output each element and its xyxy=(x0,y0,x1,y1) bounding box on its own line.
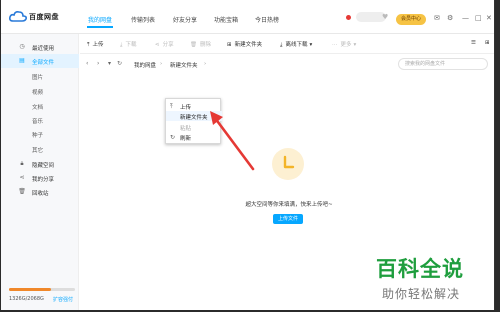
clock-icon: ◷ xyxy=(19,43,25,50)
sidebar-item-label: 我的分享 xyxy=(32,177,55,183)
new-folder-button[interactable]: ⊞ 新建文件夹 xyxy=(227,40,262,48)
menu-item-label: 刷新 xyxy=(180,136,192,142)
sidebar: ◷ 最近使用 ▤ 全部文件 图片 视频 文档 音乐 种子 其它 🔒︎ 隐藏空间 xyxy=(1,34,79,310)
sidebar-item-label: 最近使用 xyxy=(32,46,55,52)
empty-state-text: 超大空间等你来填满，快来上传吧~ xyxy=(245,202,333,208)
refresh-icon[interactable]: ↻ xyxy=(117,60,122,67)
cloud-logo-icon xyxy=(9,11,27,22)
expand-storage-link[interactable]: 扩容强付 xyxy=(53,296,73,303)
sidebar-item-recycle-bin[interactable]: 🗑︎ 回收站 xyxy=(1,185,79,199)
share-label: 分享 xyxy=(162,42,174,48)
chevron-down-icon: ▾ xyxy=(353,42,357,48)
sidebar-item-label: 文档 xyxy=(32,105,44,111)
tab-transfer-list[interactable]: 传输列表 xyxy=(131,15,155,24)
breadcrumb-bar: ‹ › ▾ ↻ 我的网盘 › 新建文件夹 › 搜索我的网盘文件 xyxy=(80,56,494,72)
sidebar-item-label: 全部文件 xyxy=(32,60,55,66)
sidebar-item-hidden-space[interactable]: 🔒︎ 隐藏空间 xyxy=(1,157,79,171)
sidebar-item-documents[interactable]: 文档 xyxy=(1,99,79,113)
logo-text: 百度网盘 xyxy=(29,13,59,21)
top-bar: 百度网盘 我的网盘 传输列表 好友分享 功能宝箱 今日热榜 ♥ 会员中心 ✉ ⚙… xyxy=(1,0,494,34)
upload-button[interactable]: ⤒ 上传 xyxy=(87,40,103,49)
member-center-button[interactable]: 会员中心 xyxy=(396,14,426,25)
empty-folder-clock-icon xyxy=(272,148,304,180)
more-button[interactable]: ⋯ 更多 ▾ xyxy=(332,40,356,48)
upload-icon: ⤒ xyxy=(87,42,90,48)
watermark-subtitle: 助你轻松解决 xyxy=(382,287,461,301)
storage-bar xyxy=(9,288,75,291)
sidebar-item-images[interactable]: 图片 xyxy=(1,69,79,83)
breadcrumb-separator: › xyxy=(204,61,207,67)
new-folder-label: 新建文件夹 xyxy=(234,42,263,48)
offline-download-label: 离线下载 xyxy=(285,42,308,48)
download-icon: ⤓ xyxy=(280,42,283,48)
storage-usage-text: 1326G/2068G xyxy=(9,296,44,302)
settings-icon[interactable]: ⚙ xyxy=(447,14,453,22)
sidebar-item-music[interactable]: 音乐 xyxy=(1,113,79,127)
tab-my-disk[interactable]: 我的网盘 xyxy=(88,15,112,24)
storage-bar-fill xyxy=(9,288,52,291)
minimize-icon[interactable]: — xyxy=(462,14,469,22)
annotation-arrow xyxy=(210,111,255,171)
menu-item-label: 上传 xyxy=(180,105,192,111)
heart-icon: ♥ xyxy=(382,13,389,21)
sidebar-item-label: 其它 xyxy=(32,148,44,154)
sidebar-item-label: 种子 xyxy=(32,133,44,139)
sidebar-item-torrents[interactable]: 种子 xyxy=(1,127,79,141)
watermark-title: 百科全说 xyxy=(376,257,464,281)
forward-arrow-icon[interactable]: › xyxy=(97,60,99,67)
download-label: 下载 xyxy=(125,42,137,48)
sidebar-item-label: 视频 xyxy=(32,90,44,96)
more-label: 更多 xyxy=(340,42,352,48)
breadcrumb-my-disk[interactable]: 我的网盘 xyxy=(134,61,156,69)
grid-view-icon[interactable]: ⊞ xyxy=(485,40,490,46)
sidebar-item-videos[interactable]: 视频 xyxy=(1,84,79,98)
maximize-icon[interactable]: □ xyxy=(475,14,482,22)
back-arrow-icon[interactable]: ‹ xyxy=(86,60,88,67)
close-icon[interactable]: ✕ xyxy=(486,14,492,22)
sidebar-item-label: 音乐 xyxy=(32,119,44,125)
delete-label: 删除 xyxy=(199,42,211,48)
mail-icon[interactable]: ✉ xyxy=(434,14,440,22)
share-button[interactable]: ⋖ 分享 xyxy=(155,40,174,48)
toolbar: ⤒ 上传 ⤓ 下载 ⋖ 分享 🗑︎ 删除 ⊞ 新建文件夹 ⤓ 离线下载 ▾ ⋯ 更多 ▾ ☰ ⊞ xyxy=(80,34,494,54)
share-icon: ⋖ xyxy=(155,42,160,48)
sidebar-item-label: 回收站 xyxy=(32,191,49,197)
download-button[interactable]: ⤓ 下载 xyxy=(120,40,136,49)
scrollbar[interactable] xyxy=(489,72,493,212)
sidebar-item-my-shares[interactable]: ⋖ 我的分享 xyxy=(1,171,79,185)
lock-icon: 🔒︎ xyxy=(20,160,24,167)
chevron-down-icon[interactable]: ▾ xyxy=(108,60,111,67)
menu-item-label: 粘贴 xyxy=(180,126,192,132)
sidebar-item-recent[interactable]: ◷ 最近使用 xyxy=(1,40,79,54)
upload-label: 上传 xyxy=(92,42,104,48)
trash-icon: 🗑︎ xyxy=(18,188,26,195)
share-icon: ⋖ xyxy=(19,174,25,181)
upload-icon: ⤒ xyxy=(170,103,173,110)
file-icon: ▤ xyxy=(19,57,25,64)
folder-plus-icon: ⊞ xyxy=(227,42,232,48)
sidebar-item-label: 隐藏空间 xyxy=(32,163,55,169)
tab-friend-share[interactable]: 好友分享 xyxy=(173,15,197,24)
search-input[interactable]: 搜索我的网盘文件 xyxy=(398,58,488,70)
more-icon: ⋯ xyxy=(332,42,338,48)
upload-file-button[interactable]: 上传文件 xyxy=(273,214,303,224)
delete-button[interactable]: 🗑︎ 删除 xyxy=(190,40,211,48)
tab-feature-box[interactable]: 功能宝箱 xyxy=(214,15,238,24)
sort-icon[interactable]: ☰ xyxy=(471,40,476,46)
notification-dot xyxy=(346,15,351,20)
refresh-icon: ↻ xyxy=(170,134,176,141)
sidebar-item-other[interactable]: 其它 xyxy=(1,142,79,156)
chevron-down-icon: ▾ xyxy=(309,42,313,48)
offline-download-button[interactable]: ⤓ 离线下载 ▾ xyxy=(280,40,312,49)
sidebar-item-all-files[interactable]: ▤ 全部文件 xyxy=(1,54,79,68)
breadcrumb-current-folder[interactable]: 新建文件夹 xyxy=(170,61,198,69)
sidebar-item-label: 图片 xyxy=(32,75,44,81)
tab-hot-list[interactable]: 今日热榜 xyxy=(255,15,279,24)
breadcrumb-separator: › xyxy=(160,61,163,67)
active-tab-indicator xyxy=(87,26,113,28)
download-icon: ⤓ xyxy=(120,42,123,48)
trash-icon: 🗑︎ xyxy=(190,42,197,48)
